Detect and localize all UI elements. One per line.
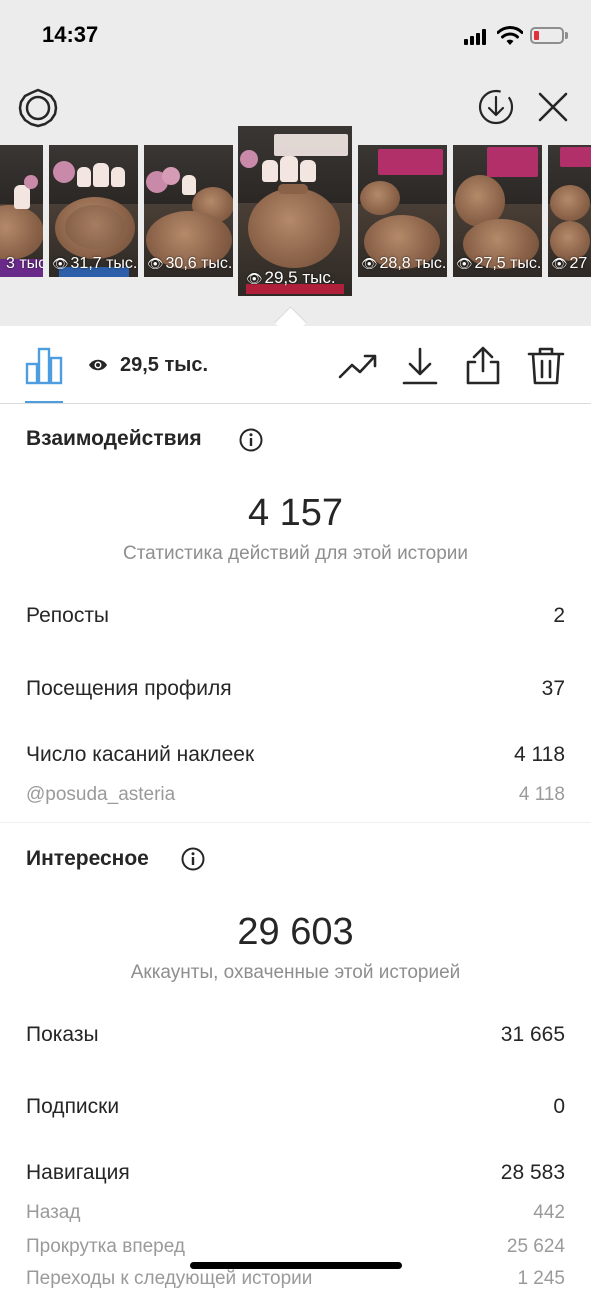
follows-label: Подписки: [26, 1095, 120, 1118]
wifi-icon: [497, 26, 523, 45]
eye-icon: 👁: [52, 256, 69, 271]
status-time: 14:37: [42, 22, 99, 47]
insights-icon[interactable]: [24, 346, 64, 386]
info-icon[interactable]: [239, 428, 263, 452]
eye-icon: [89, 359, 107, 371]
insights-toolbar: 29,5 тыс.: [0, 326, 591, 404]
forward-value: 25 624: [506, 1236, 565, 1257]
navigation-value: 28 583: [500, 1161, 565, 1184]
story-thumbnail-strip: 3 тыс. 👁31,7 тыс. 👁30,6 тыс.: [0, 126, 591, 301]
story-thumbnail[interactable]: 👁 27: [548, 145, 591, 277]
interactions-caption: Статистика действий для этой истории: [122, 543, 469, 564]
battery-icon: [530, 27, 564, 44]
close-icon[interactable]: [534, 88, 572, 126]
navigation-label: Навигация: [26, 1161, 130, 1184]
battery-tip: [565, 32, 568, 39]
impressions-label: Показы: [26, 1023, 99, 1046]
next-story-value: 1 245: [517, 1268, 565, 1289]
mention-sticker-label: @posuda_asteria: [26, 784, 176, 805]
story-views-label: 31,7 тыс.: [70, 255, 138, 272]
info-icon[interactable]: [181, 847, 205, 871]
follows-value: 0: [553, 1095, 565, 1118]
story-views-label: 27: [569, 255, 588, 272]
back-value: 442: [533, 1202, 565, 1223]
back-label: Назад: [26, 1202, 81, 1223]
interactions-total: 4 157: [247, 492, 344, 534]
discovery-caption: Аккаунты, охваченные этой историей: [130, 962, 461, 983]
eye-icon: 👁: [456, 256, 473, 271]
status-bar: 14:37: [0, 0, 591, 72]
mention-sticker-value: 4 118: [518, 784, 565, 805]
story-thumbnail[interactable]: 👁 31,7 тыс.: [49, 145, 138, 277]
active-tab-indicator: [25, 401, 63, 403]
story-thumbnail[interactable]: 👁 28,8 тыс.: [358, 145, 447, 277]
impressions-value: 31 665: [500, 1023, 565, 1046]
sticker-taps-label: Число касаний наклеек: [26, 743, 255, 766]
sticker-taps-value: 4 118: [514, 743, 565, 766]
profile-visits-label: Посещения профиля: [26, 677, 232, 700]
trend-icon[interactable]: [338, 346, 378, 386]
eye-icon: 👁: [551, 256, 568, 271]
eye-icon: 👁: [246, 271, 263, 286]
story-thumbnail-selected[interactable]: 👁 29,5 тыс.: [238, 126, 352, 296]
reposts-value: 2: [553, 604, 565, 627]
reposts-label: Репосты: [26, 604, 110, 627]
story-thumbnail[interactable]: 3 тыс.: [0, 145, 43, 277]
interactions-title: Взаимодействия: [26, 427, 202, 450]
share-icon[interactable]: [463, 346, 503, 386]
save-to-device-icon[interactable]: [476, 87, 516, 127]
section-divider: [0, 822, 591, 823]
discovery-title: Интересное: [26, 847, 149, 870]
story-thumbnail[interactable]: 👁 27,5 тыс.: [453, 145, 542, 277]
story-views-label: 29,5 тыс.: [264, 268, 336, 287]
home-indicator: [190, 1262, 402, 1269]
discovery-total: 29 603: [237, 911, 354, 953]
story-views-label: 27,5 тыс.: [474, 255, 542, 272]
eye-icon: 👁: [361, 256, 378, 271]
story-views-label: 3 тыс.: [6, 255, 43, 272]
story-views-label: 30,6 тыс.: [165, 255, 233, 272]
download-icon[interactable]: [400, 346, 440, 386]
eye-icon: 👁: [147, 256, 164, 271]
settings-icon[interactable]: [18, 88, 58, 128]
profile-visits-value: 37: [541, 677, 565, 700]
cellular-signal-icon: [464, 29, 490, 45]
trash-icon[interactable]: [526, 346, 566, 386]
story-views-label: 28,8 тыс.: [379, 255, 447, 272]
story-thumbnail[interactable]: 👁 30,6 тыс.: [144, 145, 233, 277]
views-count: 29,5 тыс.: [120, 354, 209, 376]
forward-label: Прокрутка вперед: [26, 1236, 185, 1257]
story-header-area: 14:37 3 тыс.: [0, 0, 591, 326]
next-story-label: Переходы к следующей истории: [26, 1268, 313, 1289]
